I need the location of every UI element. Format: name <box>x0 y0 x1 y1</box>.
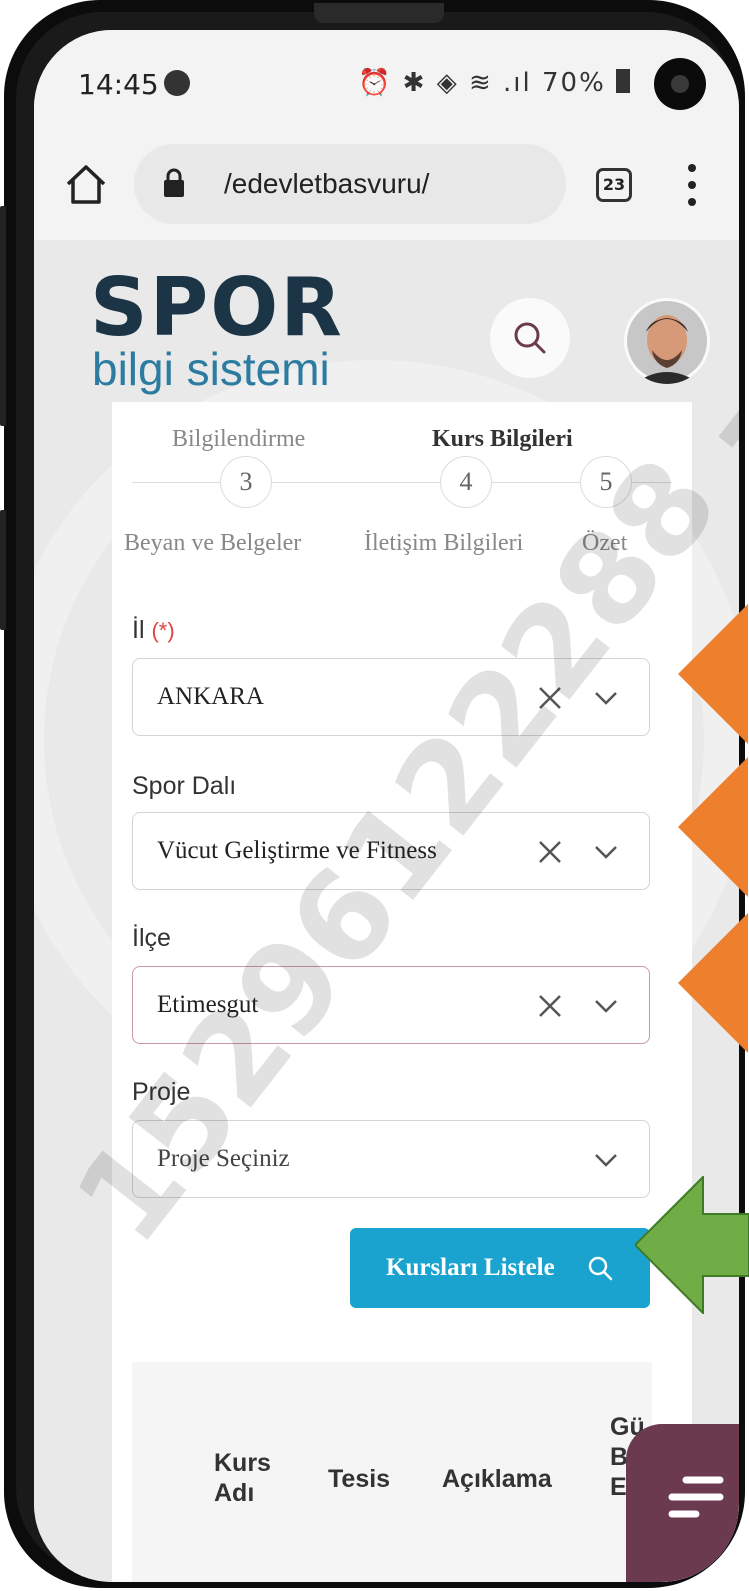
phone-bezel: 14:45 ⏰ ✱ ◈ ≋ .ıl 70% /edevletbasvuru/ 2… <box>16 12 739 1582</box>
proje-select[interactable]: Proje Seçiniz <box>132 1120 650 1198</box>
proje-chevron-down-icon[interactable] <box>593 1151 619 1169</box>
column-header-aciklama[interactable]: Açıklama <box>442 1464 552 1494</box>
il-value: ANKARA <box>157 683 264 710</box>
ilce-select[interactable]: Etimesgut <box>132 966 650 1044</box>
avatar[interactable] <box>624 298 710 384</box>
tab-switcher-button[interactable]: 23 <box>596 168 632 202</box>
step-label-ozet: Özet <box>582 530 628 556</box>
url-field[interactable]: /edevletbasvuru/ <box>134 144 566 224</box>
step-label-kurs-bilgileri: Kurs Bilgileri <box>432 426 573 452</box>
il-label-text: İl <box>132 616 145 644</box>
front-camera <box>654 58 706 110</box>
step-label-bilgilendirme: Bilgilendirme <box>172 426 306 452</box>
spor-dali-chevron-down-icon[interactable] <box>593 843 619 861</box>
logo-subtitle: bilgi sistemi <box>92 343 330 395</box>
battery-icon <box>616 69 631 93</box>
browser-toolbar: /edevletbasvuru/ 23 <box>34 130 739 240</box>
search-icon <box>588 1256 613 1281</box>
orange-arrow-icon <box>678 757 748 897</box>
menu-lines-icon <box>668 1476 724 1518</box>
speaker-grille <box>314 3 444 23</box>
search-icon <box>514 322 546 354</box>
step-5-number[interactable]: 5 <box>580 456 632 508</box>
ilce-value: Etimesgut <box>157 991 259 1018</box>
ilce-chevron-down-icon[interactable] <box>593 997 619 1015</box>
il-select[interactable]: ANKARA <box>132 658 650 736</box>
proje-label: Proje <box>132 1078 191 1106</box>
il-clear-icon[interactable] <box>537 685 563 711</box>
url-text: /edevletbasvuru/ <box>224 168 430 199</box>
step-4-number[interactable]: 4 <box>440 456 492 508</box>
bixby-button <box>0 510 6 630</box>
orange-arrow-icon <box>678 913 748 1053</box>
logo-spor[interactable]: SPOR <box>90 268 344 348</box>
spotify-icon <box>164 70 190 96</box>
battery-percent: 70% <box>541 68 606 98</box>
ilce-label: İlçe <box>132 924 171 952</box>
spor-dali-select[interactable]: Vücut Geliştirme ve Fitness <box>132 812 650 890</box>
page-content: SPOR bilgi sistemi Bilgilendirme Kurs Bi… <box>34 240 739 1582</box>
spor-dali-label: Spor Dalı <box>132 772 237 800</box>
search-button[interactable] <box>490 298 570 378</box>
il-label: İl (*) <box>132 616 175 645</box>
orange-arrow-icon <box>678 604 748 744</box>
overflow-menu-icon[interactable] <box>682 160 702 210</box>
home-icon[interactable] <box>64 162 108 206</box>
spor-dali-clear-icon[interactable] <box>537 839 563 865</box>
proje-placeholder: Proje Seçiniz <box>157 1145 290 1172</box>
column-header-tesis[interactable]: Tesis <box>328 1464 390 1494</box>
volume-button <box>0 206 6 426</box>
ilce-clear-icon[interactable] <box>537 993 563 1019</box>
step-label-beyan: Beyan ve Belgeler <box>124 530 302 556</box>
green-arrow-icon <box>635 1176 749 1314</box>
form-card: Bilgilendirme Kurs Bilgileri 3 4 5 Beyan… <box>112 402 692 1582</box>
phone-screen: 14:45 ⏰ ✱ ◈ ≋ .ıl 70% /edevletbasvuru/ 2… <box>34 30 739 1582</box>
il-chevron-down-icon[interactable] <box>593 689 619 707</box>
phone-frame: 14:45 ⏰ ✱ ◈ ≋ .ıl 70% /edevletbasvuru/ 2… <box>4 0 745 1588</box>
lock-icon <box>164 168 184 197</box>
status-bar: 14:45 ⏰ ✱ ◈ ≋ .ıl 70% <box>34 30 739 130</box>
column-header-kurs-adi[interactable]: Kurs Adı <box>214 1448 294 1508</box>
required-mark: (*) <box>151 618 175 643</box>
status-time: 14:45 <box>78 68 159 101</box>
spor-dali-value: Vücut Geliştirme ve Fitness <box>157 837 437 864</box>
list-courses-button[interactable]: Kursları Listele <box>350 1228 650 1308</box>
courses-table-header: Kurs Adı Tesis Açıklama Gü B E <box>132 1362 652 1582</box>
step-label-iletisim: İletişim Bilgileri <box>364 530 524 556</box>
status-icons: ⏰ ✱ ◈ ≋ .ıl 70% <box>358 68 631 98</box>
floating-menu-button[interactable] <box>626 1424 739 1582</box>
status-icons-glyphs: ⏰ ✱ ◈ ≋ .ıl <box>358 68 532 98</box>
user-photo <box>627 301 707 384</box>
step-3-number[interactable]: 3 <box>220 456 272 508</box>
list-courses-button-label: Kursları Listele <box>386 1254 555 1281</box>
